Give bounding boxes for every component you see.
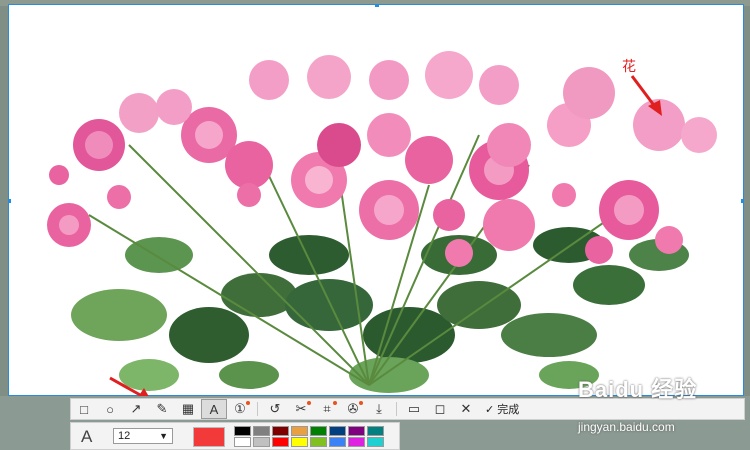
color-swatch[interactable] [367, 426, 384, 436]
badge-dot [333, 401, 337, 405]
pin-tool-glyph: ✇ [347, 401, 359, 416]
download-tool-icon[interactable]: ⤓ [366, 399, 392, 419]
badge-dot [307, 401, 311, 405]
resize-handle-left[interactable] [9, 199, 11, 203]
ellipse-tool-icon[interactable]: ○ [97, 399, 123, 419]
color-swatch[interactable] [291, 437, 308, 447]
finish-label: 完成 [497, 404, 520, 416]
pencil-tool-icon[interactable]: ✎ [149, 399, 175, 419]
rectangle-tool-icon[interactable]: □ [71, 399, 97, 419]
mosaic-tool-icon[interactable]: ▦ [175, 399, 201, 419]
toolbar-divider [396, 402, 397, 416]
pin-tool-icon[interactable]: ✇ [340, 399, 366, 419]
color-palette [234, 426, 385, 447]
cut-tool-glyph: ✂ [295, 401, 307, 416]
color-swatch[interactable] [329, 437, 346, 447]
number-tool-glyph: ① [234, 401, 246, 416]
color-swatch[interactable] [234, 437, 251, 447]
color-swatch[interactable] [348, 437, 365, 447]
baidu-watermark: Baidu 经验 [578, 377, 698, 402]
font-size-select[interactable]: 12 ▼ [113, 428, 173, 444]
color-swatch[interactable] [253, 437, 270, 447]
resize-handle-top[interactable] [375, 5, 379, 7]
number-tool-icon[interactable]: ① [227, 399, 253, 419]
text-properties-panel: A 12 ▼ [70, 422, 400, 450]
badge-dot [246, 401, 250, 405]
color-swatch[interactable] [272, 437, 289, 447]
watermark-url: jingyan.baidu.com [578, 420, 675, 434]
current-color-swatch[interactable] [193, 427, 225, 447]
annotation-arrow[interactable] [628, 72, 668, 118]
color-swatch[interactable] [291, 426, 308, 436]
color-swatch[interactable] [329, 426, 346, 436]
text-tool-icon[interactable]: A [201, 399, 227, 419]
badge-dot [359, 401, 363, 405]
color-swatch[interactable] [234, 426, 251, 436]
cancel-tool-icon[interactable]: ✕ [453, 399, 479, 419]
color-swatch[interactable] [253, 426, 270, 436]
color-swatch[interactable] [310, 426, 327, 436]
undo-tool-icon[interactable]: ↺ [262, 399, 288, 419]
share-tool-icon[interactable]: ◻ [427, 399, 453, 419]
check-icon: ✓ [485, 403, 495, 416]
crop-tool-icon[interactable]: ⌗ [314, 399, 340, 419]
save-tool-icon[interactable]: ▭ [401, 399, 427, 419]
color-swatch[interactable] [367, 437, 384, 447]
arrow-tool-icon[interactable]: ↗ [123, 399, 149, 419]
finish-button[interactable]: ✓ 完成 [485, 401, 519, 417]
crop-tool-glyph: ⌗ [323, 401, 331, 416]
resize-handle-right[interactable] [741, 199, 743, 203]
chevron-down-icon: ▼ [159, 431, 168, 441]
font-size-value: 12 [118, 430, 131, 442]
cut-tool-icon[interactable]: ✂ [288, 399, 314, 419]
color-swatch[interactable] [310, 437, 327, 447]
toolbar-divider [257, 402, 258, 416]
font-icon: A [81, 427, 93, 446]
color-swatch[interactable] [348, 426, 365, 436]
color-swatch[interactable] [272, 426, 289, 436]
